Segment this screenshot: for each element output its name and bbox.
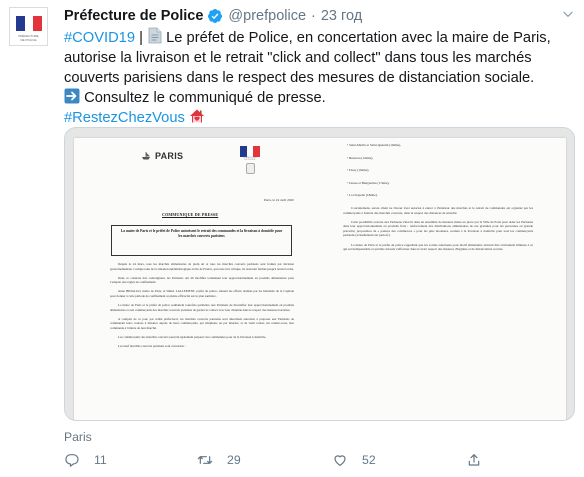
tweet-location[interactable]: Paris xyxy=(64,430,92,444)
share-button[interactable] xyxy=(466,452,482,468)
tweet-text: #COVID19 | Le préfet de Police, en conce… xyxy=(64,27,576,128)
reply-icon xyxy=(65,454,79,467)
document-paragraph: Dans ce contexte très contraignant, les … xyxy=(110,275,294,285)
tweet-line: couverts parisiens dans le respect des m… xyxy=(64,70,535,86)
press-release-document: PARIS PRÉFECTURE DE POLICE Paris, le 24 … xyxy=(74,138,566,420)
right-arrow-icon xyxy=(64,88,80,104)
heart-icon xyxy=(334,455,346,466)
avatar-label: DE POLICE xyxy=(20,38,37,42)
share-icon xyxy=(468,454,480,466)
prefecture-logo-text: DE POLICE xyxy=(244,159,256,161)
tweet-line: autorise la livraison et le retrait "cli… xyxy=(64,50,532,66)
separator-dot: · xyxy=(311,8,316,24)
page-facing-up-icon xyxy=(148,27,162,44)
paris-logo-text: PARIS xyxy=(155,151,184,161)
author-handle[interactable]: @prefpolice xyxy=(228,8,306,24)
market-list-item: • Ternes et Batignolles (17ème), xyxy=(347,180,390,185)
tweet-line: Le préfet de Police, en concertation ave… xyxy=(166,30,551,46)
document-date: Paris, le 24 avril 2020 xyxy=(264,198,294,202)
house-heart-icon xyxy=(189,109,204,123)
verified-badge-icon xyxy=(208,9,223,23)
document-left-column: Depuis le 24 mars, tous les marchés alim… xyxy=(110,262,294,353)
paris-logo: PARIS xyxy=(141,151,183,161)
document-right-column: • Saint-Martin et Saint-Quentin (10ème),… xyxy=(343,143,533,256)
document-paragraph: Anne HIDALGO, maire de Paris, et Didier … xyxy=(110,289,294,298)
seal-icon xyxy=(245,163,255,174)
document-paragraph: Les commerçants des marchés couverts peu… xyxy=(118,335,267,340)
document-paragraph: A compter de ce jour, par arrêté préfect… xyxy=(110,316,294,330)
tweet-line: Consultez le communiqué de presse. xyxy=(84,90,326,106)
document-paragraph: La maire de Paris et le préfet de police… xyxy=(343,242,533,252)
pipe-separator: | xyxy=(139,30,143,46)
like-button[interactable]: 52 xyxy=(332,452,376,468)
retweet-icon xyxy=(197,456,213,464)
document-paragraph: La maire de Paris et le préfet de police… xyxy=(110,303,294,312)
tweet-timestamp[interactable]: 23 год xyxy=(321,8,362,24)
document-paragraph: Depuis le 24 mars, tous les marchés alim… xyxy=(110,262,294,271)
market-list-item: • Passy (16ème), xyxy=(347,168,370,173)
hashtag-covid19[interactable]: #COVID19 xyxy=(64,30,135,46)
like-count: 52 xyxy=(362,453,376,467)
hashtag-restezchezvous[interactable]: #RestezChezVous xyxy=(64,110,185,126)
ship-icon xyxy=(142,152,150,160)
market-list-item: • La Chapelle (18ème). xyxy=(347,193,378,198)
retweet-count: 29 xyxy=(227,453,241,467)
reply-button[interactable]: 11 xyxy=(64,452,107,468)
french-flag-icon xyxy=(16,16,43,31)
attached-image[interactable]: PARIS PRÉFECTURE DE POLICE Paris, le 24 … xyxy=(64,127,575,421)
retweet-button[interactable]: 29 xyxy=(197,452,241,468)
chevron-down-icon[interactable] xyxy=(561,7,575,21)
tweet-header: Préfecture de Police @prefpolice · 23 го… xyxy=(64,6,362,26)
market-list-item: • Saint-Martin et Saint-Quentin (10ème), xyxy=(347,143,401,147)
document-paragraph: Les neuf marchés couverts parisiens sont… xyxy=(118,344,186,349)
reply-count: 11 xyxy=(94,453,107,467)
market-list-item: • Beauvau (12ème), xyxy=(347,155,374,160)
document-paragraph: Concrètement, aucun client ne livreur n'… xyxy=(343,205,533,215)
french-flag-icon xyxy=(240,146,261,157)
prefecture-logo: PRÉFECTURE DE POLICE xyxy=(236,146,264,180)
tweet-actions: 11 29 52 xyxy=(64,452,544,476)
document-paragraph: Cette possibilité ouverte aux Parisiens … xyxy=(343,219,533,238)
document-title: COMMUNIQUE DE PRESSE xyxy=(162,212,219,217)
avatar[interactable]: PRÉFECTURE DE POLICE xyxy=(9,7,48,46)
author-name[interactable]: Préfecture de Police xyxy=(64,8,203,24)
document-headline-box: La maire de Paris et le préfet de Police… xyxy=(111,225,292,256)
